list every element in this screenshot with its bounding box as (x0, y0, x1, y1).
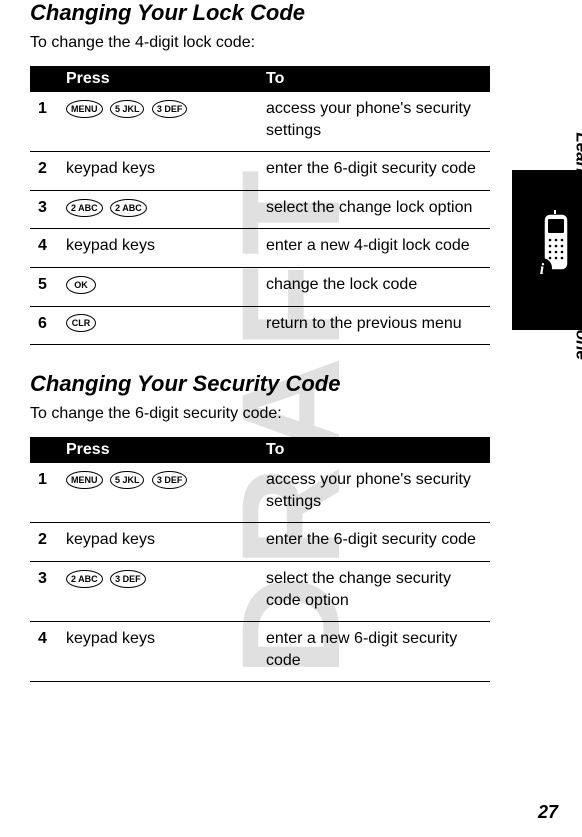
key-3-icon: 3 DEF (152, 100, 188, 118)
section1-intro: To change the 4-digit lock code: (30, 34, 542, 52)
to-cell: enter the 6-digit security code (258, 523, 490, 562)
key-5-icon: 5 JKL (110, 471, 145, 489)
security-code-table: Press To 1 MENU 5 JKL 3 DEF access your … (30, 437, 490, 682)
page-number: 27 (538, 802, 558, 823)
step-num: 2 (30, 523, 58, 562)
press-cell: keypad keys (58, 152, 258, 191)
key-5-icon: 5 JKL (110, 100, 145, 118)
step-num: 1 (30, 463, 58, 523)
to-cell: access your phone's security settings (258, 92, 490, 152)
table-row: 6 CLR return to the previous menu (30, 306, 490, 345)
table-row: 1 MENU 5 JKL 3 DEF access your phone's s… (30, 92, 490, 152)
press-cell: MENU 5 JKL 3 DEF (58, 92, 258, 152)
to-cell: select the change security code option (258, 561, 490, 621)
col-press: Press (58, 437, 258, 463)
key-3-icon: 3 DEF (110, 570, 146, 588)
step-num: 6 (30, 306, 58, 345)
press-cell: 2 ABC 2 ABC (58, 190, 258, 229)
press-cell: keypad keys (58, 229, 258, 268)
step-num: 3 (30, 190, 58, 229)
col-to: To (258, 437, 490, 463)
table-row: 3 2 ABC 2 ABC select the change lock opt… (30, 190, 490, 229)
press-cell: OK (58, 267, 258, 306)
table-row: 3 2 ABC 3 DEF select the change security… (30, 561, 490, 621)
key-menu-icon: MENU (66, 100, 103, 118)
page-content: Changing Your Lock Code To change the 4-… (0, 0, 582, 682)
to-cell: select the change lock option (258, 190, 490, 229)
section2-heading: Changing Your Security Code (30, 371, 542, 397)
to-cell: enter the 6-digit security code (258, 152, 490, 191)
press-cell: CLR (58, 306, 258, 345)
to-cell: enter a new 6-digit security code (258, 622, 490, 682)
to-cell: access your phone's security settings (258, 463, 490, 523)
key-ok-icon: OK (66, 276, 96, 294)
step-num: 2 (30, 152, 58, 191)
key-2-icon: 2 ABC (66, 199, 103, 217)
to-cell: enter a new 4-digit lock code (258, 229, 490, 268)
section2-intro: To change the 6-digit security code: (30, 405, 542, 423)
table-row: 2 keypad keys enter the 6-digit security… (30, 523, 490, 562)
table-row: 4 keypad keys enter a new 4-digit lock c… (30, 229, 490, 268)
key-menu-icon: MENU (66, 471, 103, 489)
section1-heading: Changing Your Lock Code (30, 0, 542, 26)
step-num: 4 (30, 622, 58, 682)
key-2-icon: 2 ABC (110, 199, 147, 217)
step-num: 1 (30, 92, 58, 152)
step-num: 3 (30, 561, 58, 621)
table-row: 4 keypad keys enter a new 6-digit securi… (30, 622, 490, 682)
step-num: 4 (30, 229, 58, 268)
press-cell: keypad keys (58, 523, 258, 562)
press-cell: MENU 5 JKL 3 DEF (58, 463, 258, 523)
step-num: 5 (30, 267, 58, 306)
to-cell: change the lock code (258, 267, 490, 306)
table-row: 5 OK change the lock code (30, 267, 490, 306)
press-cell: 2 ABC 3 DEF (58, 561, 258, 621)
col-step (30, 66, 58, 92)
table-row: 1 MENU 5 JKL 3 DEF access your phone's s… (30, 463, 490, 523)
col-press: Press (58, 66, 258, 92)
to-cell: return to the previous menu (258, 306, 490, 345)
press-cell: keypad keys (58, 622, 258, 682)
lock-code-table: Press To 1 MENU 5 JKL 3 DEF access your … (30, 66, 490, 345)
col-step (30, 437, 58, 463)
key-2-icon: 2 ABC (66, 570, 103, 588)
key-3-icon: 3 DEF (152, 471, 188, 489)
key-clr-icon: CLR (66, 314, 96, 332)
col-to: To (258, 66, 490, 92)
table-row: 2 keypad keys enter the 6-digit security… (30, 152, 490, 191)
